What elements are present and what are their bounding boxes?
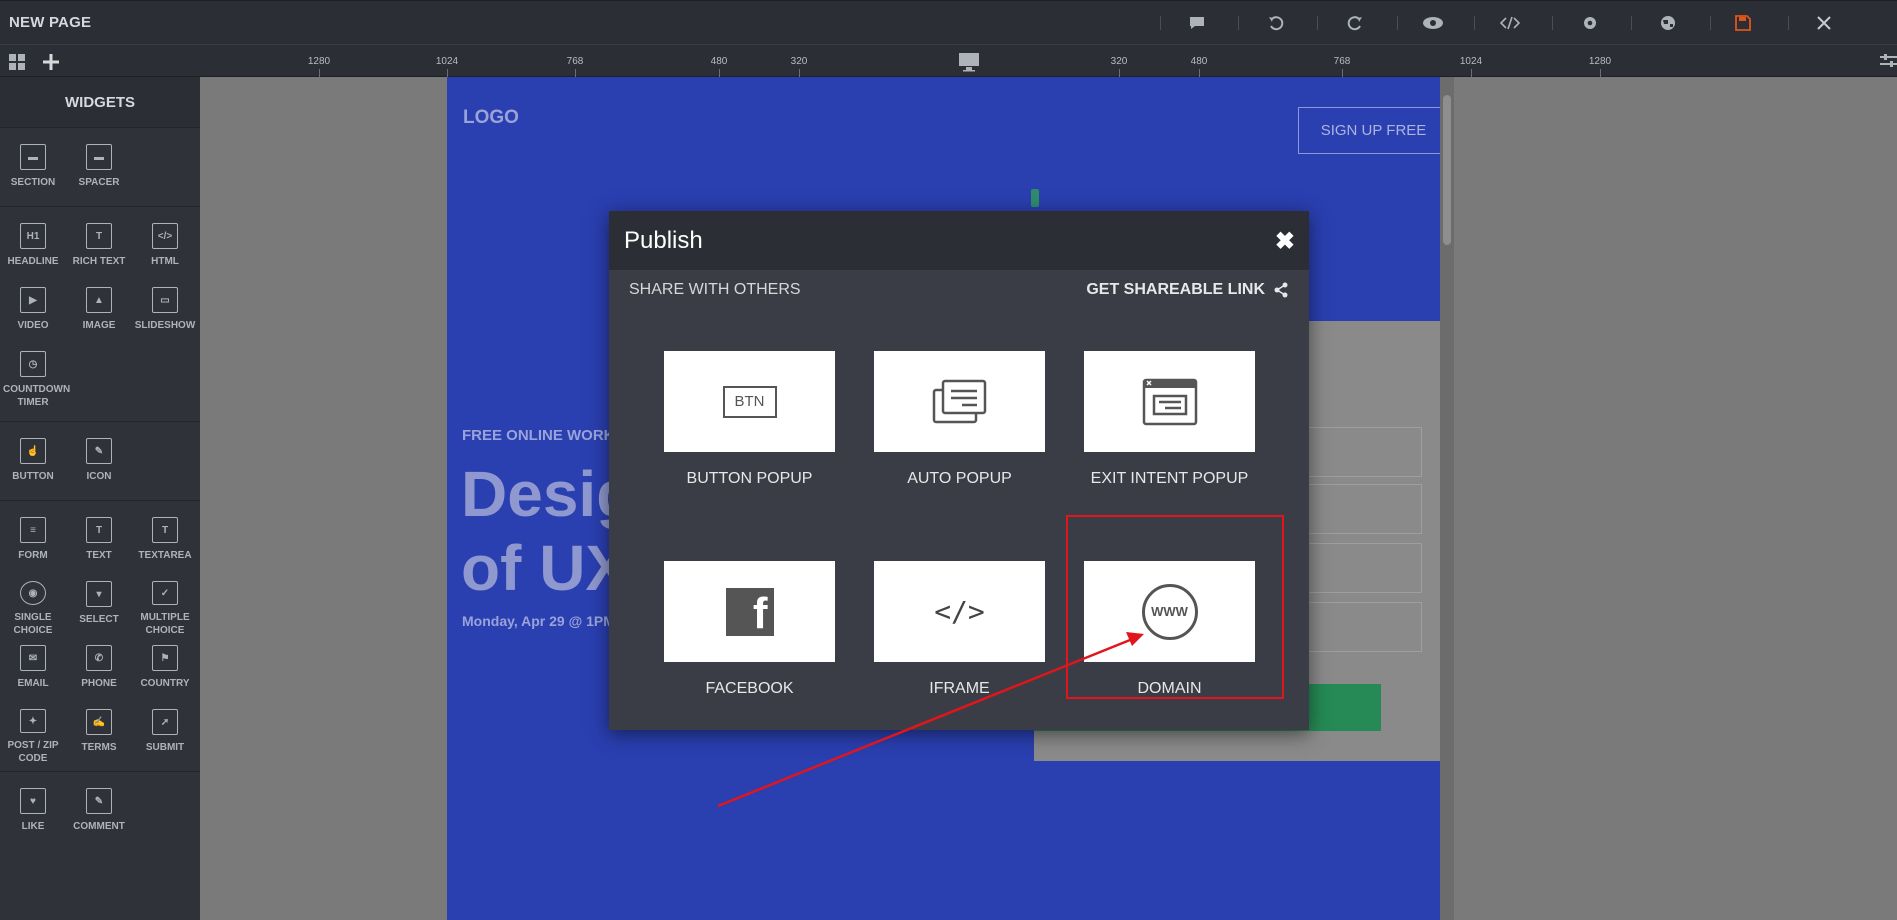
annotation-arrow <box>717 632 1144 808</box>
